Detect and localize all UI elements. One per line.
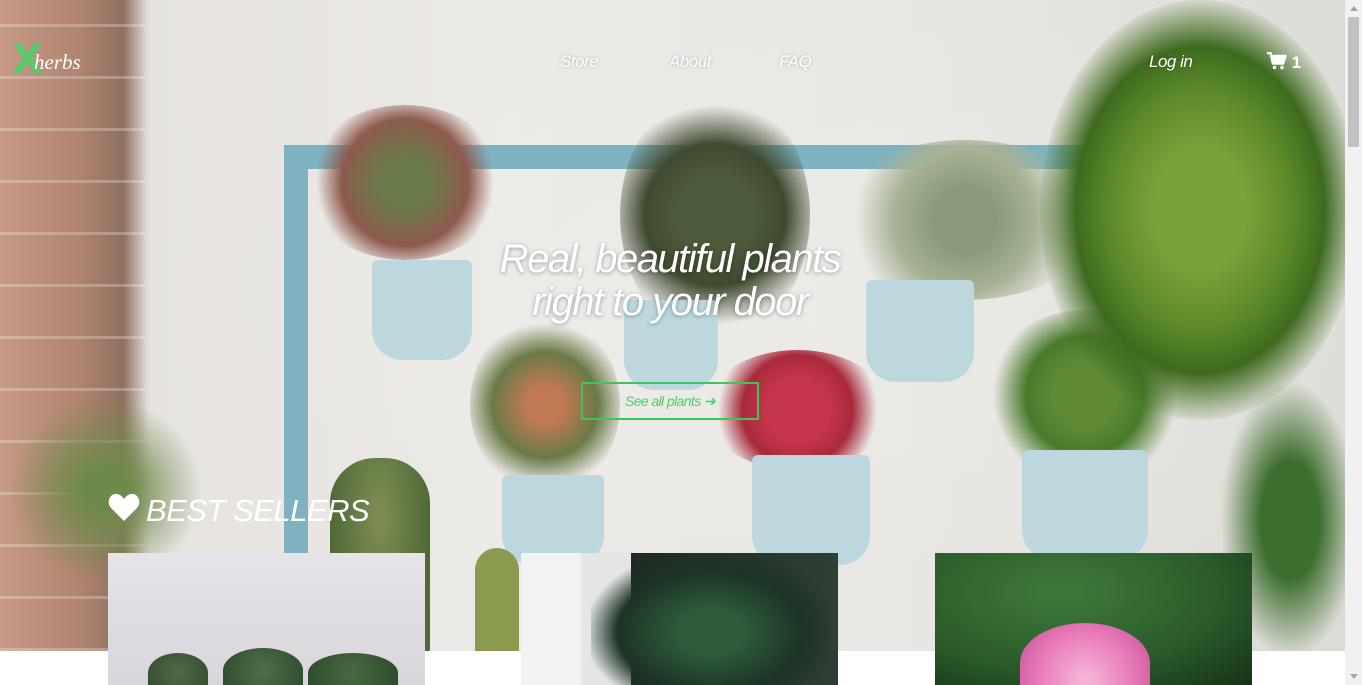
see-all-plants-button[interactable]: See all plants ➔: [581, 382, 759, 420]
plant-pot: [372, 260, 472, 360]
plant-pot: [1022, 450, 1148, 560]
scroll-down-arrow-icon[interactable]: [1345, 668, 1362, 685]
cactus: [475, 548, 519, 651]
product-card[interactable]: [108, 553, 425, 685]
plant-pot: [502, 475, 604, 565]
section-title: BEST SELLERS: [146, 493, 370, 528]
product-card[interactable]: [935, 553, 1252, 685]
plant-foliage: [305, 105, 505, 260]
product-image: [591, 553, 831, 685]
product-image: [108, 553, 425, 685]
heart-icon: [108, 492, 140, 530]
arrow-right-icon: ➔: [703, 392, 716, 409]
scroll-thumb[interactable]: [1348, 17, 1359, 147]
logo-text: herbs: [34, 50, 81, 74]
plant-pot: [866, 280, 974, 382]
shopping-cart-icon: [1267, 51, 1292, 72]
nav-faq-link[interactable]: FAQ: [779, 52, 812, 72]
plant-pot: [752, 455, 870, 565]
product-card[interactable]: [521, 553, 838, 685]
cart-count: 1: [1291, 53, 1302, 72]
hero-headline-line2: right to your door: [532, 280, 809, 324]
cta-label: See all plants: [624, 393, 701, 409]
scroll-up-arrow-icon[interactable]: [1345, 0, 1362, 17]
nav-about-link[interactable]: About: [669, 52, 711, 72]
hero-headline: Real, beautiful plants right to your doo…: [480, 238, 860, 324]
login-link[interactable]: Log in: [1149, 52, 1193, 72]
page-scrollbar[interactable]: [1345, 0, 1362, 685]
cart-button[interactable]: 1: [1267, 51, 1302, 73]
best-sellers-heading: BEST SELLERS: [108, 492, 370, 530]
hero-headline-line1: Real, beautiful plants: [499, 237, 842, 281]
nav-store-link[interactable]: Store: [560, 52, 599, 72]
product-image: [1020, 623, 1150, 685]
